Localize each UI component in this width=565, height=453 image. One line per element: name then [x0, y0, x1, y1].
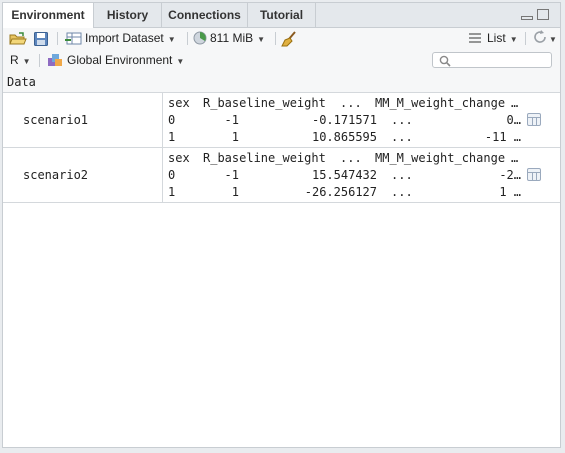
view-data-grid-icon[interactable]: [527, 113, 541, 126]
chevron-down-icon: ▼: [167, 35, 176, 44]
toolbar-separator: [525, 32, 526, 45]
column-header: …: [511, 151, 519, 165]
table-cell: -26.256127: [304, 185, 377, 199]
table-cell: ...: [391, 113, 413, 127]
dataset-row-scenario1[interactable]: scenario1 sex R_baseline_weight ... MM_M…: [3, 93, 560, 148]
table-cell: 1: [168, 130, 176, 144]
minimize-icon[interactable]: [521, 16, 533, 20]
environment-icon: [48, 54, 62, 66]
table-cell: 1: [231, 185, 239, 199]
dataset-row-scenario2[interactable]: scenario2 sex R_baseline_weight ... MM_M…: [3, 148, 560, 203]
toolbar-separator: [57, 32, 58, 45]
tab-tutorial[interactable]: Tutorial: [248, 3, 316, 27]
column-header: sex: [168, 96, 190, 110]
list-icon: [469, 33, 481, 43]
table-cell: 0: [168, 113, 176, 127]
open-folder-icon: [9, 32, 27, 45]
environment-pane: Environment History Connections Tutorial: [2, 2, 561, 448]
table-cell: -0.171571: [311, 113, 377, 127]
load-workspace-button[interactable]: [9, 28, 27, 49]
tab-connections[interactable]: Connections: [162, 3, 248, 27]
column-divider: [162, 148, 163, 202]
environment-toolbar-secondary: R ▼ Global Environment ▼: [3, 49, 560, 73]
refresh-button[interactable]: ▼: [532, 28, 557, 49]
chevron-down-icon: ▼: [176, 57, 185, 66]
section-header-data: Data: [3, 72, 560, 93]
search-input[interactable]: [432, 52, 552, 68]
import-table-icon: [65, 32, 82, 45]
dataset-name: scenario2: [23, 168, 89, 182]
save-icon: [34, 32, 48, 46]
table-cell: 15.547432: [311, 168, 377, 182]
import-dataset-label: Import Dataset: [85, 31, 164, 45]
language-label: R: [10, 53, 19, 67]
toolbar-separator: [39, 54, 40, 67]
memory-usage-button[interactable]: 811 MiB ▼: [193, 28, 265, 49]
view-mode-label: List: [487, 31, 506, 45]
table-cell: ...: [391, 185, 413, 199]
chevron-down-icon: ▼: [549, 35, 557, 44]
refresh-icon: [534, 30, 546, 43]
save-workspace-button[interactable]: [34, 28, 48, 49]
table-cell: 0…: [506, 113, 521, 127]
column-header: ...: [340, 96, 362, 110]
clear-workspace-button[interactable]: [281, 28, 297, 49]
column-header: R_baseline_weight: [203, 151, 326, 165]
environment-label: Global Environment: [67, 53, 173, 67]
dataset-name: scenario1: [23, 113, 89, 127]
table-cell: 1 …: [499, 185, 521, 199]
environment-toolbar: Import Dataset ▼ 811 MiB ▼ List ▼ ▼: [3, 28, 560, 50]
chevron-down-icon: ▼: [509, 35, 518, 44]
column-header: …: [511, 96, 519, 110]
column-header: MM_M_weight_change: [375, 151, 506, 165]
toolbar-separator: [275, 32, 276, 45]
column-divider: [162, 93, 163, 147]
broom-icon: [281, 31, 296, 47]
maximize-icon[interactable]: [537, 9, 549, 20]
table-cell: ...: [391, 130, 413, 144]
environment-selector[interactable]: Global Environment ▼: [47, 50, 184, 71]
table-cell: -11 …: [484, 130, 521, 144]
table-cell: ...: [391, 168, 413, 182]
table-cell: -2…: [499, 168, 521, 182]
language-selector[interactable]: R ▼: [10, 50, 31, 71]
column-header: ...: [340, 151, 362, 165]
toolbar-separator: [187, 32, 188, 45]
tab-bar: Environment History Connections Tutorial: [3, 3, 560, 28]
table-cell: 1: [168, 185, 176, 199]
memory-pie-icon: [193, 31, 207, 45]
chevron-down-icon: ▼: [257, 35, 266, 44]
table-cell: -1: [224, 168, 239, 182]
table-cell: 0: [168, 168, 176, 182]
column-header: R_baseline_weight: [203, 96, 326, 110]
column-header: MM_M_weight_change: [375, 96, 506, 110]
column-header: sex: [168, 151, 190, 165]
view-mode-button[interactable]: List ▼: [468, 28, 518, 49]
chevron-down-icon: ▼: [22, 57, 31, 66]
import-dataset-button[interactable]: Import Dataset ▼: [65, 28, 176, 49]
view-data-grid-icon[interactable]: [527, 168, 541, 181]
tab-history[interactable]: History: [94, 3, 162, 27]
tab-environment[interactable]: Environment: [3, 3, 94, 28]
search-icon: [439, 55, 451, 67]
table-cell: 1: [231, 130, 239, 144]
table-cell: -1: [224, 113, 239, 127]
memory-usage-label: 811 MiB: [210, 31, 254, 45]
table-cell: 10.865595: [311, 130, 377, 144]
